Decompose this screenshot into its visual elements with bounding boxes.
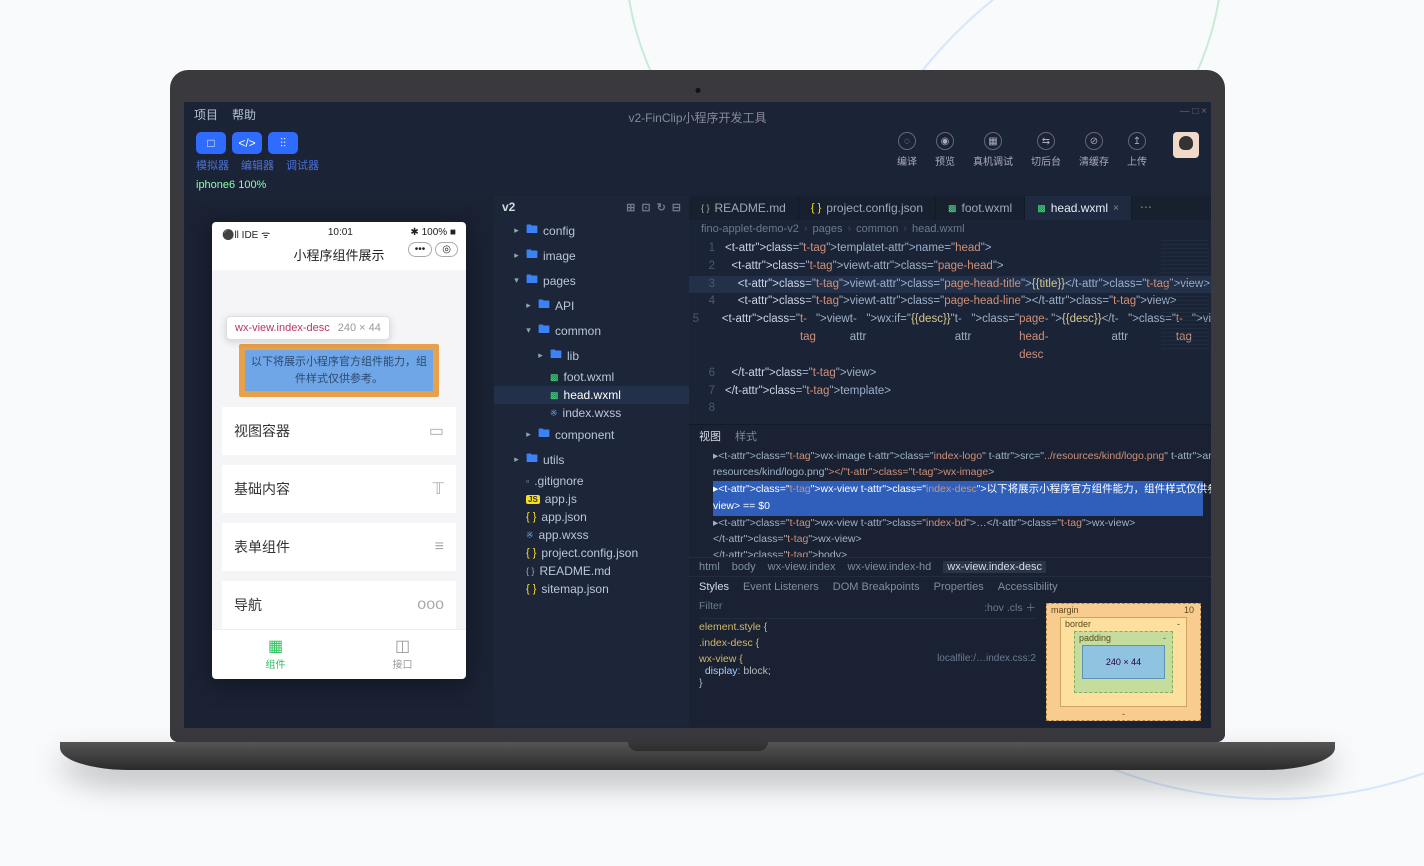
status-right: ✱ 100% ■ xyxy=(410,227,456,241)
menu-project[interactable]: 项目 xyxy=(194,106,218,123)
dom-breadcrumb[interactable]: htmlbodywx-view.indexwx-view.index-hdwx-… xyxy=(689,557,1211,577)
styles-hov-cls[interactable]: :hov .cls ＋ xyxy=(984,600,1036,615)
editor-tab[interactable]: ▩head.wxml× xyxy=(1025,196,1132,220)
highlighted-element[interactable]: 以下将展示小程序官方组件能力，组件样式仅供参考。 xyxy=(239,344,439,397)
close-icon[interactable]: × xyxy=(1113,203,1119,214)
remote-debug-button[interactable]: ▦真机调试 xyxy=(973,132,1013,168)
devtools-subtab[interactable]: Properties xyxy=(934,581,984,593)
tree-node[interactable]: ▾🖿pages xyxy=(494,268,689,293)
minimap[interactable] xyxy=(1161,240,1209,350)
editor-tab[interactable]: { }README.md xyxy=(689,196,799,220)
devtools-tab-other[interactable]: 样式 xyxy=(735,428,757,444)
devtools: 视图 样式 ▸<t-attr">class="t-tag">wx-image t… xyxy=(689,424,1211,725)
editor-tab[interactable]: ▩foot.wxml xyxy=(936,196,1025,220)
devtools-tab-elements[interactable]: 视图 xyxy=(699,428,721,444)
phone-frame: ⚫ll IDE ᯤ 10:01 ✱ 100% ■ 小程序组件展示 ••• ◎ xyxy=(212,222,466,679)
editor-tabs: { }README.md{ }project.config.json▩foot.… xyxy=(689,196,1211,220)
breadcrumb: fino-applet-demo-v2›pages›common›head.wx… xyxy=(689,220,1211,238)
tree-node[interactable]: JSapp.js xyxy=(494,490,689,508)
devtools-subtab[interactable]: Event Listeners xyxy=(743,581,819,593)
tree-node[interactable]: ▸🖿component xyxy=(494,422,689,447)
mode-sim-button[interactable]: □ xyxy=(196,132,226,154)
tree-node[interactable]: ▸🖿lib xyxy=(494,343,689,368)
devtools-subtab[interactable]: Accessibility xyxy=(998,581,1058,593)
tree-node[interactable]: ▩head.wxml xyxy=(494,386,689,404)
box-model: margin10- border- padding- 240 × 44 xyxy=(1046,603,1201,721)
new-file-icon[interactable]: ⊞ xyxy=(626,201,635,214)
capsule-close[interactable]: ◎ xyxy=(435,242,458,257)
devtools-subtab[interactable]: Styles xyxy=(699,581,729,593)
list-item[interactable]: 基础内容𝕋 xyxy=(222,465,456,513)
tree-node[interactable]: ▫.gitignore xyxy=(494,472,689,490)
code-editor[interactable]: 1<t-attr">class="t-tag">template t-attr"… xyxy=(689,238,1211,424)
laptop-frame: 项目 帮助 v2-FinClip小程序开发工具 — □ × □ </> ⫶⫶ 模… xyxy=(170,70,1225,770)
tree-node[interactable]: { }app.json xyxy=(494,508,689,526)
editor-tab[interactable]: { }project.config.json xyxy=(799,196,936,220)
mode-debug-label: 调试器 xyxy=(286,157,319,173)
devtools-subtab[interactable]: DOM Breakpoints xyxy=(833,581,920,593)
menu-help[interactable]: 帮助 xyxy=(232,106,256,123)
mode-sim-label: 模拟器 xyxy=(196,157,229,173)
tree-node[interactable]: ▸🖿API xyxy=(494,293,689,318)
list-item[interactable]: 表单组件≡ xyxy=(222,523,456,571)
project-root[interactable]: v2 xyxy=(502,200,515,214)
collapse-icon[interactable]: ⊟ xyxy=(672,201,681,214)
list-item[interactable]: 视图容器▭ xyxy=(222,407,456,455)
tree-node[interactable]: ▸🖿config xyxy=(494,218,689,243)
tabbar-components[interactable]: ▦组件 xyxy=(212,630,339,679)
preview-button[interactable]: ◉预览 xyxy=(935,132,955,168)
styles-panel[interactable]: Filter :hov .cls ＋ element.style {.index… xyxy=(689,597,1046,725)
upload-button[interactable]: ↥上传 xyxy=(1127,132,1147,168)
simulator-panel: ⚫ll IDE ᯤ 10:01 ✱ 100% ■ 小程序组件展示 ••• ◎ xyxy=(184,196,494,728)
tree-node[interactable]: ▾🖿common xyxy=(494,318,689,343)
tree-node[interactable]: ※app.wxss xyxy=(494,526,689,544)
devtools-subtabs: Styles Event Listeners DOM Breakpoints Prop… xyxy=(689,577,1211,597)
styles-filter[interactable]: Filter xyxy=(699,600,722,615)
toolbar: □ </> ⫶⫶ 模拟器 编辑器 调试器 ◌编译 ◉预览 ▦真机调试 ⇆切后台 … xyxy=(184,126,1211,175)
new-folder-icon[interactable]: ⊡ xyxy=(641,201,650,214)
mode-editor-button[interactable]: </> xyxy=(232,132,262,154)
compile-button[interactable]: ◌编译 xyxy=(897,132,917,168)
dom-tree[interactable]: ▸<t-attr">class="t-tag">wx-image t-attr"… xyxy=(689,447,1211,557)
refresh-icon[interactable]: ↻ xyxy=(657,201,666,214)
inspect-tooltip: wx-view.index-desc240 × 44 xyxy=(226,316,390,340)
tree-node[interactable]: ▸🖿image xyxy=(494,243,689,268)
tabbar-api[interactable]: ◫接口 xyxy=(339,630,466,679)
capsule-more[interactable]: ••• xyxy=(408,242,433,257)
tree-node[interactable]: { }sitemap.json xyxy=(494,580,689,598)
file-explorer: v2 ⊞ ⊡ ↻ ⊟ ▸🖿config▸🖿image▾🖿pages▸🖿API▾🖿com… xyxy=(494,196,689,728)
avatar[interactable] xyxy=(1173,132,1199,158)
status-time: 10:01 xyxy=(328,227,353,241)
tree-node[interactable]: ▸🖿utils xyxy=(494,447,689,472)
page-title: 小程序组件展示 xyxy=(293,248,384,263)
status-left: ⚫ll IDE ᯤ xyxy=(222,227,270,241)
tree-node[interactable]: ※index.wxss xyxy=(494,404,689,422)
tree-node[interactable]: { }project.config.json xyxy=(494,544,689,562)
mode-debug-button[interactable]: ⫶⫶ xyxy=(268,132,298,154)
menubar: 项目 帮助 xyxy=(184,102,1211,127)
tree-node[interactable]: ▩foot.wxml xyxy=(494,368,689,386)
background-button[interactable]: ⇆切后台 xyxy=(1031,132,1061,168)
mode-editor-label: 编辑器 xyxy=(241,157,274,173)
list-item[interactable]: 导航ooo xyxy=(222,581,456,629)
device-info: iphone6 100% xyxy=(184,175,1211,196)
tree-node[interactable]: { }README.md xyxy=(494,562,689,580)
window-controls[interactable]: — □ × xyxy=(1180,106,1207,117)
tabs-more[interactable]: ⋯ xyxy=(1132,196,1160,220)
clear-cache-button[interactable]: ⊘清缓存 xyxy=(1079,132,1109,168)
